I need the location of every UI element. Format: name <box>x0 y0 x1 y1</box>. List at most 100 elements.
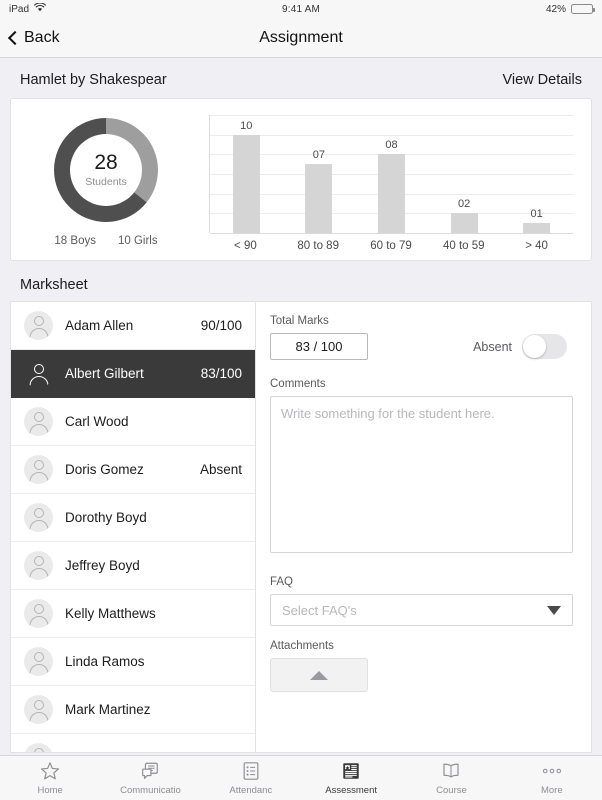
status-bar: iPad 9:41 AM 42% <box>0 0 602 18</box>
avatar <box>24 455 53 484</box>
x-axis-tick-label: 80 to 89 <box>297 240 339 252</box>
student-detail-panel: Total Marks 83 / 100 Absent Comments FAQ… <box>255 301 592 753</box>
student-count-label: Students <box>85 176 127 188</box>
navigation-bar: Back Assignment <box>0 18 602 58</box>
legend-boys: 18 Boys <box>54 235 96 247</box>
tab-label: Attendanc <box>229 784 273 796</box>
marksheet-title: Marksheet <box>20 277 88 293</box>
tab-assessment[interactable]: Assessment <box>301 761 401 796</box>
student-row[interactable]: Dorothy Boyd <box>11 494 255 542</box>
student-row[interactable]: Doris Gomez Absent <box>11 446 255 494</box>
tab-label: Assessment <box>325 784 378 796</box>
tab-label: More <box>540 784 563 796</box>
tab-label: Course <box>436 784 467 796</box>
faq-label: FAQ <box>270 576 294 588</box>
donut-ring: 28 Students <box>54 118 158 222</box>
assignment-section-header: Hamlet by Shakespear View Details <box>0 58 602 98</box>
student-row[interactable]: Jeffrey Boyd <box>11 542 255 590</box>
student-mark: 83/100 <box>200 366 242 381</box>
avatar <box>24 551 53 580</box>
student-name: Adam Allen <box>65 318 134 333</box>
absent-toggle[interactable] <box>522 334 567 359</box>
bar <box>305 164 333 233</box>
summary-card: 28 Students 18 Boys 10 Girls 10 07 08 02 01 … <box>10 98 592 261</box>
student-list[interactable]: Adam Allen 90/100 Albert Gilbert 83/100 Carl… <box>10 301 255 753</box>
tab-communicatio[interactable]: Communicatio <box>100 761 200 796</box>
chart-bars: 10 07 08 02 01 <box>210 115 573 233</box>
student-row[interactable]: Carl Wood <box>11 398 255 446</box>
student-name: Mark Martinez <box>65 702 151 717</box>
tab-bar: Home Communicatio Attendanc Assessment Cours… <box>0 755 602 800</box>
student-name: Jeffrey Boyd <box>65 558 140 573</box>
page-title: Assignment <box>259 28 343 46</box>
marksheet-section-header: Marksheet <box>0 261 602 301</box>
chat-icon <box>140 761 160 782</box>
status-bar-right: 42% <box>545 3 595 15</box>
bar-value-label: 01 <box>530 208 543 221</box>
bar-column: 01 <box>500 115 573 233</box>
chart-plot-area: 10 07 08 02 01 <box>209 115 573 234</box>
tab-course[interactable]: Course <box>401 761 501 796</box>
student-row[interactable]: Adam Allen 90/100 <box>11 302 255 350</box>
student-name: Linda Ramos <box>65 654 145 669</box>
attachment-upload-button[interactable] <box>270 658 368 692</box>
avatar <box>24 599 53 628</box>
battery-icon <box>571 4 595 14</box>
donut-center: 28 Students <box>70 134 142 206</box>
student-count-value: 28 <box>94 151 118 174</box>
total-marks-input[interactable]: 83 / 100 <box>270 333 368 360</box>
student-row[interactable] <box>11 734 255 752</box>
comments-label: Comments <box>270 378 326 390</box>
students-donut-chart: 28 Students 18 Boys 10 Girls <box>11 99 201 260</box>
view-details-link[interactable]: View Details <box>502 72 582 88</box>
student-name: Kelly Matthews <box>65 606 156 621</box>
legend-girls: 10 Girls <box>117 235 158 247</box>
student-row[interactable]: Kelly Matthews <box>11 590 255 638</box>
avatar <box>24 695 53 724</box>
bar-column: 10 <box>210 115 283 233</box>
x-axis-tick-label: 60 to 79 <box>370 240 412 252</box>
student-name: Doris Gomez <box>65 462 144 477</box>
absent-control: Absent <box>473 334 573 359</box>
tab-label: Communicatio <box>120 784 181 796</box>
avatar <box>24 503 53 532</box>
student-mark: 90/100 <box>200 318 242 333</box>
faq-select[interactable]: Select FAQ's <box>270 594 573 626</box>
total-marks-row: 83 / 100 Absent <box>270 333 573 360</box>
comments-input[interactable] <box>270 396 573 553</box>
faq-selected-value: Select FAQ's <box>282 602 357 618</box>
battery-percent-label: 42% <box>545 3 566 15</box>
avatar <box>24 407 53 436</box>
more-dots-icon <box>541 761 563 782</box>
attachments-label: Attachments <box>270 640 334 652</box>
student-row[interactable]: Linda Ramos <box>11 638 255 686</box>
bar-column: 07 <box>283 115 356 233</box>
clock-label: 9:41 AM <box>281 3 321 15</box>
bar-column: 08 <box>355 115 428 233</box>
chart-x-axis: < 90 80 to 89 60 to 79 40 to 59 > 40 <box>209 233 573 252</box>
donut-legend: 18 Boys 10 Girls <box>54 235 157 247</box>
tab-attendanc[interactable]: Attendanc <box>201 761 301 796</box>
bar <box>232 134 260 233</box>
bar-column: 02 <box>428 115 501 233</box>
book-icon <box>441 761 461 782</box>
tab-home[interactable]: Home <box>0 761 100 796</box>
assignment-title: Hamlet by Shakespear <box>20 72 167 88</box>
bar <box>523 223 551 233</box>
bar-value-label: 02 <box>457 198 471 211</box>
student-row[interactable]: Albert Gilbert 83/100 <box>11 350 255 398</box>
x-axis-tick-label: < 90 <box>234 240 257 252</box>
marksheet-body: Adam Allen 90/100 Albert Gilbert 83/100 Carl… <box>10 301 592 753</box>
total-marks-label: Total Marks <box>270 315 329 327</box>
avatar <box>24 311 53 340</box>
student-name: Dorothy Boyd <box>65 510 147 525</box>
absent-toggle-knob <box>523 335 546 358</box>
x-axis-tick-label: 40 to 59 <box>443 240 485 252</box>
avatar <box>24 647 53 676</box>
student-row[interactable]: Mark Martinez <box>11 686 255 734</box>
marks-distribution-chart: 10 07 08 02 01 < 90 80 to 89 60 to 79 40 to 59 >… <box>201 99 591 260</box>
student-mark: Absent <box>199 462 242 477</box>
student-name: Albert Gilbert <box>65 366 144 381</box>
bar-value-label: 07 <box>312 149 326 162</box>
tab-more[interactable]: More <box>502 761 602 796</box>
